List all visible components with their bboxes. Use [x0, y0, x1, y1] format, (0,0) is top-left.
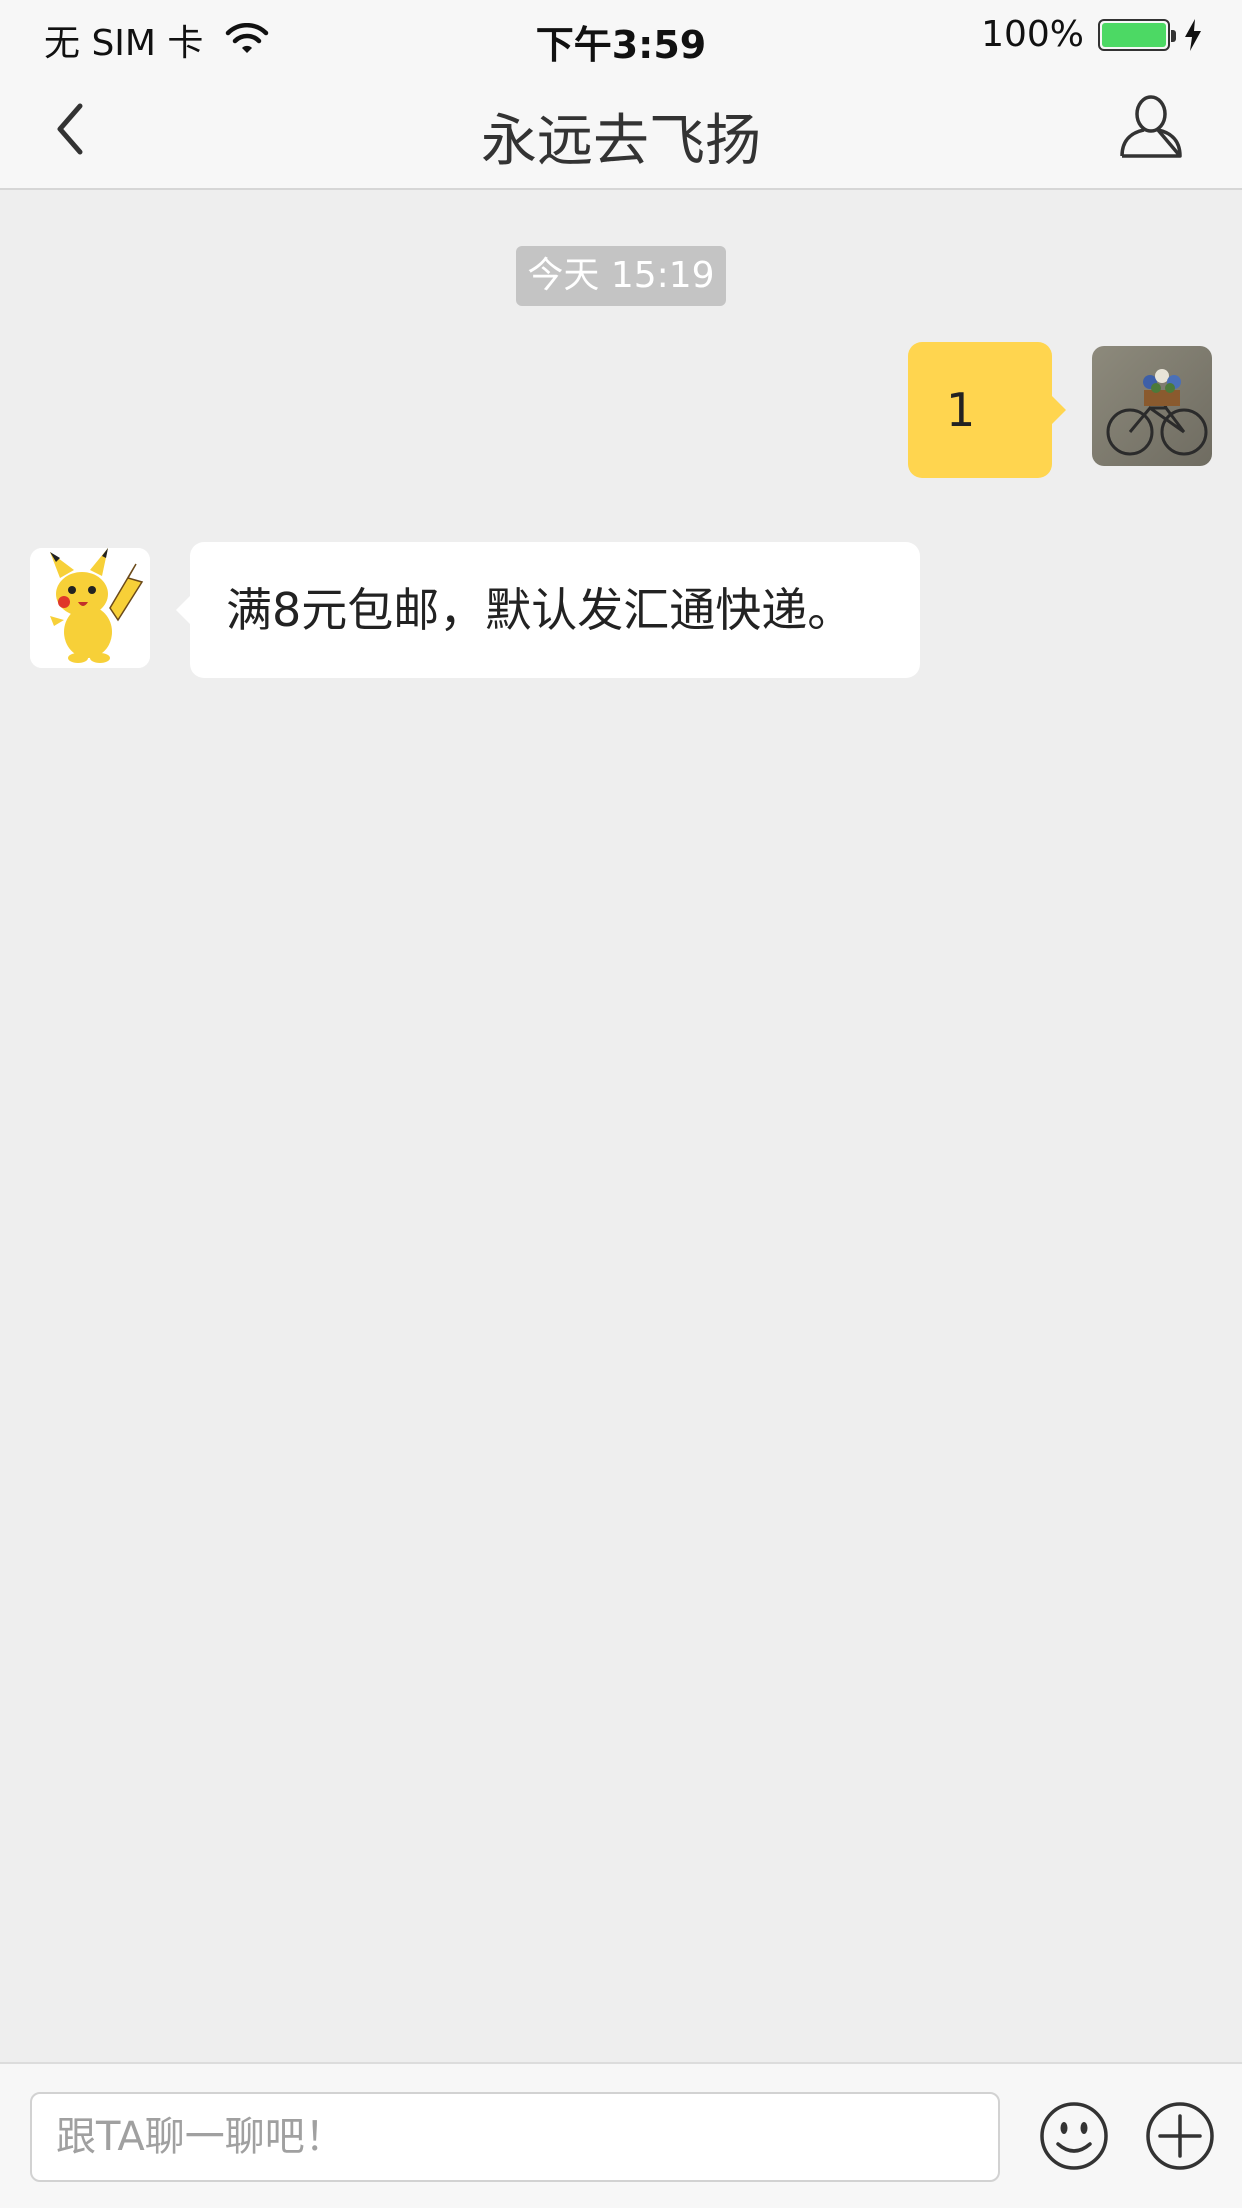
contact-avatar[interactable]: [30, 548, 150, 668]
outgoing-message-bubble[interactable]: 1: [908, 342, 1066, 478]
smiley-icon[interactable]: [1038, 2100, 1110, 2172]
battery-percent: 100%: [981, 14, 1084, 55]
message-text: 满8元包邮，默认发汇通快递。: [226, 583, 854, 637]
nav-bar: 永远去飞扬: [0, 72, 1242, 190]
message-text: 1: [946, 383, 976, 437]
pikachu-avatar-icon: [30, 548, 150, 668]
battery-icon: [1098, 18, 1176, 51]
charging-bolt-icon: [1185, 18, 1201, 51]
battery-cap: [1171, 29, 1176, 42]
status-bar: 无 SIM 卡 下午3:59 100%: [0, 0, 1242, 72]
my-avatar[interactable]: [1092, 346, 1212, 466]
plus-circle-icon[interactable]: [1144, 2100, 1216, 2172]
battery-fill: [1102, 22, 1166, 47]
status-right: 100%: [981, 14, 1202, 55]
input-bar: [0, 2062, 1242, 2208]
chat-screen: 无 SIM 卡 下午3:59 100% 永远去飞扬 今天 15:19 1 满8元…: [0, 0, 1242, 2208]
incoming-message-bubble[interactable]: 满8元包邮，默认发汇通快递。: [176, 542, 920, 678]
message-timestamp: 今天 15:19: [516, 246, 726, 306]
page-title: 永远去飞扬: [481, 109, 761, 174]
message-input[interactable]: [30, 2092, 1000, 2182]
person-icon[interactable]: [1118, 92, 1184, 162]
bicycle-photo-icon: [1092, 346, 1212, 466]
